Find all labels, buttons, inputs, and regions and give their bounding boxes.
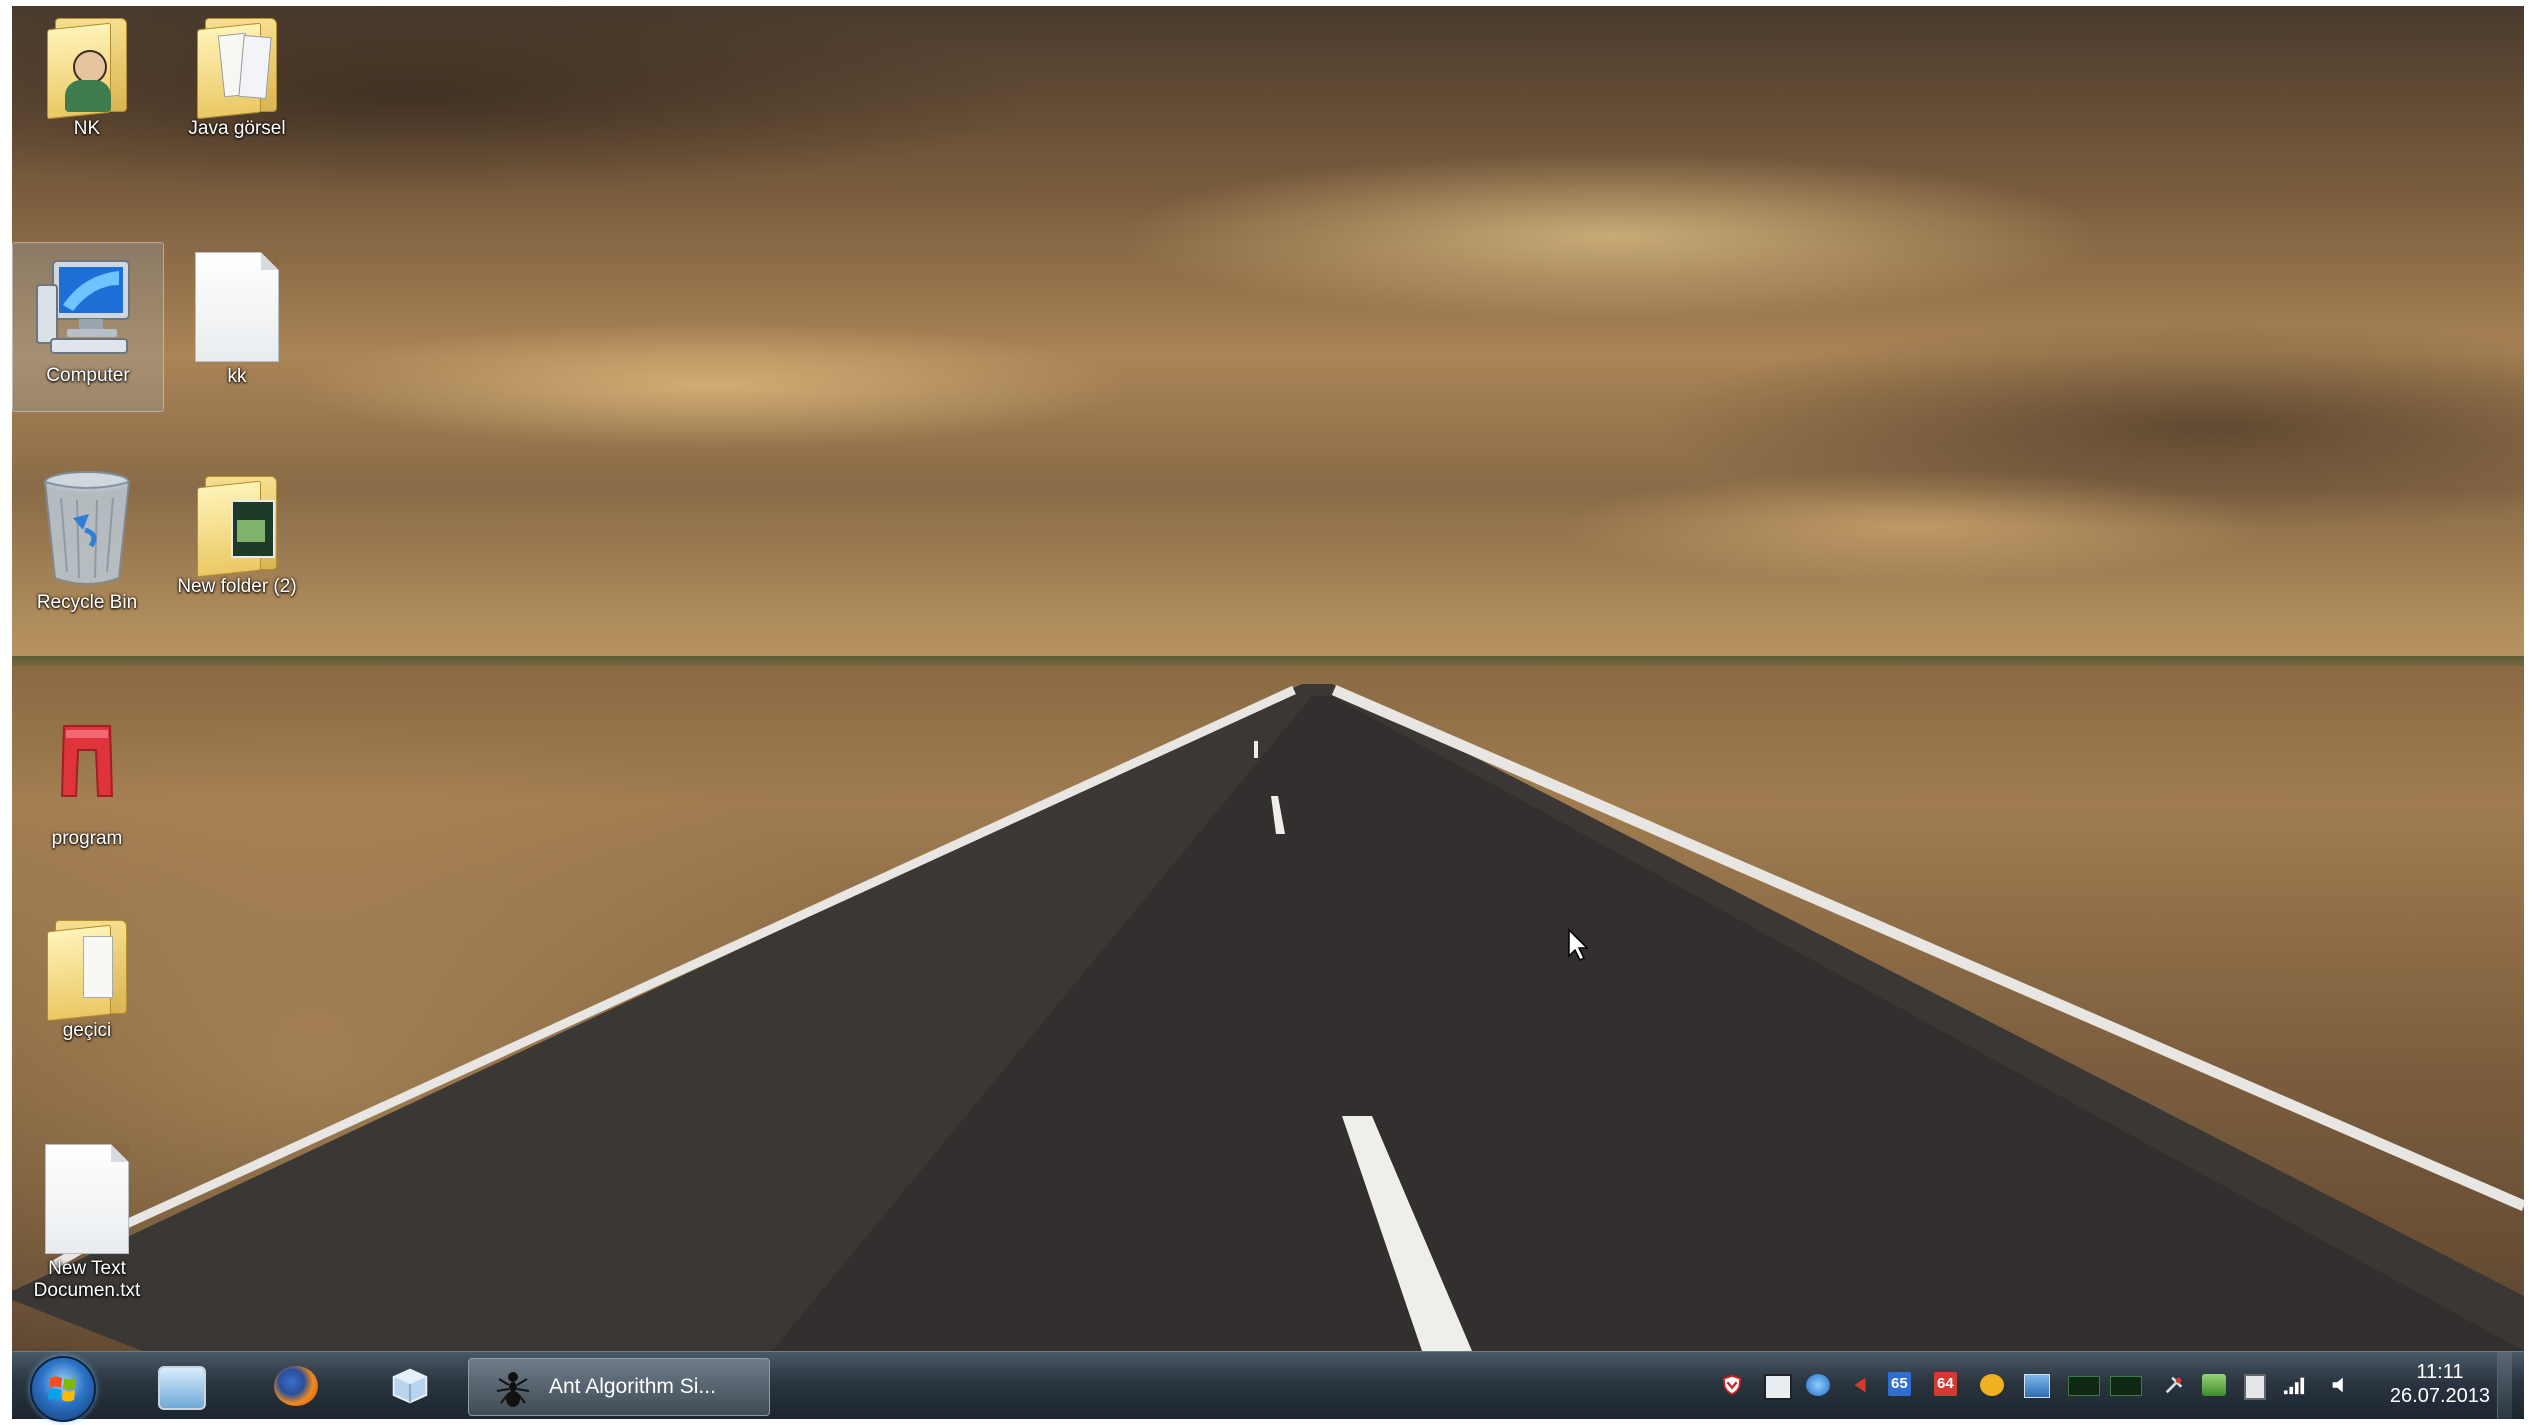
desktop-icon-new-folder-2[interactable]: New folder (2)	[162, 468, 312, 598]
keyboard-language-icon[interactable]	[1764, 1374, 1792, 1400]
icon-label: Computer	[46, 365, 130, 386]
icon-label: New folder (2)	[177, 576, 297, 597]
icon-label: kk	[227, 366, 247, 387]
desktop-icon-nk[interactable]: NK	[12, 14, 162, 140]
red-arrow-icon[interactable]	[1848, 1374, 1872, 1396]
folder-icon	[197, 472, 277, 578]
ant-icon	[496, 1372, 530, 1407]
system-clock[interactable]: 11:11 26.07.2013	[2390, 1360, 2490, 1408]
desktop-wallpaper[interactable]: NK Java görsel Computer kk Recycle Bin N…	[12, 6, 2524, 1351]
battery-icon[interactable]	[2244, 1374, 2266, 1400]
icon-label: geçici	[62, 1020, 112, 1041]
firefox-icon	[274, 1366, 318, 1406]
tools-icon[interactable]	[2162, 1374, 2186, 1396]
tray-badge-gpu-temp[interactable]: 64	[1934, 1372, 1957, 1396]
desktop-icon-gecici[interactable]: geçici	[12, 916, 162, 1042]
clock-date: 26.07.2013	[2389, 1385, 2490, 1407]
memory-meter-icon[interactable]	[2110, 1376, 2142, 1396]
taskbar-pinned-explorer[interactable]	[144, 1358, 216, 1414]
green-app-icon[interactable]	[2202, 1374, 2226, 1396]
window-app-icon[interactable]	[2024, 1374, 2050, 1398]
desktop-icon-kk[interactable]: kk	[162, 246, 312, 388]
active-task-label: Ant Algorithm Si...	[549, 1375, 716, 1398]
taskbar-pinned-firefox[interactable]	[260, 1358, 332, 1414]
taskbar-pinned-app[interactable]	[374, 1358, 446, 1414]
wallpaper-road	[12, 684, 2524, 1351]
icon-label: NK	[73, 118, 101, 139]
desktop-icon-program[interactable]: program	[12, 718, 162, 850]
wifi-signal-icon[interactable]	[2282, 1374, 2306, 1396]
text-document-icon	[45, 1144, 129, 1254]
show-desktop-button[interactable]	[2497, 1352, 2512, 1419]
mouse-pointer-icon	[1568, 928, 1589, 962]
desktop-icon-computer[interactable]: Computer	[12, 242, 164, 412]
taskbar-active-task-ant-algorithm[interactable]: Ant Algorithm Si...	[468, 1358, 770, 1416]
desktop-icon-java-gorsel[interactable]: Java görsel	[162, 14, 312, 140]
cpu-meter-icon[interactable]	[2068, 1376, 2100, 1396]
program-shortcut-icon	[60, 725, 114, 797]
folder-icon	[197, 14, 277, 120]
icon-label: New Text Documen.txt	[33, 1258, 141, 1301]
volume-icon[interactable]	[2328, 1374, 2352, 1396]
cube-app-icon	[392, 1368, 428, 1404]
windows-explorer-icon	[158, 1366, 206, 1410]
document-icon	[195, 252, 279, 362]
icon-label: program	[51, 828, 123, 849]
network-app-icon[interactable]	[1806, 1374, 1830, 1396]
desktop-icon-new-text-document[interactable]: New Text Documen.txt	[12, 1144, 162, 1302]
computer-icon	[36, 260, 130, 354]
icon-label: Java görsel	[188, 118, 286, 139]
antivirus-shield-icon[interactable]	[1720, 1374, 1744, 1396]
recycle-bin-icon	[43, 471, 131, 585]
system-tray: 65 64 11:11 26.07.2013	[1702, 1352, 2512, 1419]
taskbar: Ant Algorithm Si... 65 64 11:11 26.07.20…	[12, 1351, 2524, 1422]
folder-icon	[47, 916, 127, 1022]
clock-time: 11:11	[2416, 1361, 2464, 1383]
user-folder-icon	[47, 14, 127, 120]
info-icon[interactable]	[1980, 1374, 2004, 1396]
tray-badge-cpu-temp[interactable]: 65	[1888, 1372, 1911, 1396]
windows-logo-icon	[48, 1376, 76, 1402]
start-button[interactable]	[30, 1356, 96, 1422]
desktop-icon-recycle-bin[interactable]: Recycle Bin	[12, 468, 162, 614]
icon-label: Recycle Bin	[36, 592, 138, 613]
